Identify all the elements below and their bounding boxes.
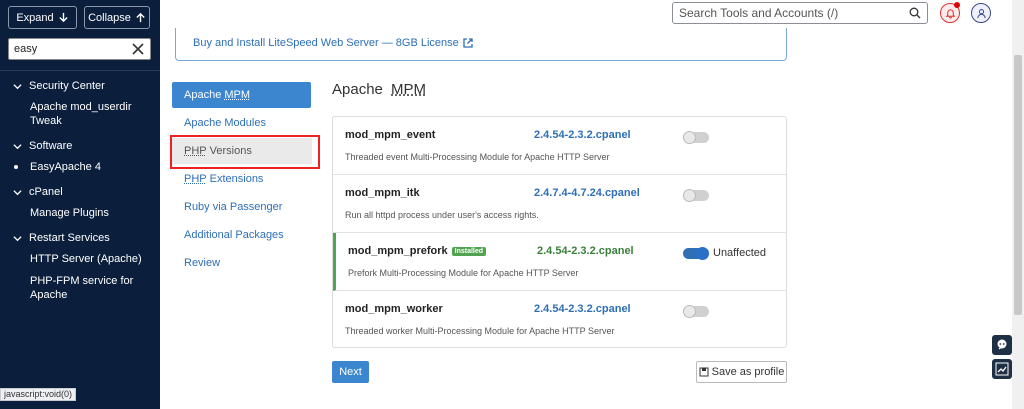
toggle-knob xyxy=(696,247,709,260)
user-icon xyxy=(976,8,986,18)
installed-badge: Installed xyxy=(451,246,487,256)
save-icon xyxy=(699,367,709,377)
chat-support-button[interactable] xyxy=(992,335,1012,355)
module-name: mod_mpm_worker xyxy=(345,303,443,315)
sidebar-category-restart-services[interactable]: Restart Services xyxy=(13,232,110,244)
nav-ruby-via-passenger[interactable]: Ruby via Passenger xyxy=(172,194,311,220)
expand-label: Expand xyxy=(16,11,54,24)
collapse-button[interactable]: Collapse xyxy=(84,6,150,29)
notification-badge xyxy=(954,2,960,8)
status-bar: javascript:void(0) xyxy=(0,388,77,401)
nav-label: Apache xyxy=(184,89,222,101)
module-description: Threaded event Multi-Processing Module f… xyxy=(345,152,610,162)
module-version: 2.4.54-2.3.2.cpanel xyxy=(537,245,634,257)
module-row: mod_mpm_itk 2.4.7.4-4.7.24.cpanel Run al… xyxy=(333,175,786,233)
chevron-down-icon xyxy=(13,143,22,149)
module-version: 2.4.54-2.3.2.cpanel xyxy=(534,303,631,315)
module-list: mod_mpm_event 2.4.54-2.3.2.cpanel Thread… xyxy=(332,116,787,348)
category-label: cPanel xyxy=(29,186,63,198)
nav-label: Ruby via Passenger xyxy=(184,201,283,213)
nav-apache-modules[interactable]: Apache Modules xyxy=(172,110,311,136)
module-toggle[interactable] xyxy=(683,131,709,144)
highlight-box xyxy=(170,135,320,169)
nav-abbr: PHP xyxy=(184,173,207,185)
nav-label: Apache Modules xyxy=(184,117,266,129)
chat-bot-icon xyxy=(997,339,1007,350)
save-as-profile-label: Save as profile xyxy=(711,366,785,378)
module-description: Threaded worker Multi-Processing Module … xyxy=(345,326,615,336)
global-search-input[interactable]: Search Tools and Accounts (/) xyxy=(672,2,928,24)
sidebar-search-input[interactable]: easy xyxy=(8,38,151,60)
chevron-down-icon xyxy=(13,235,22,241)
nav-abbr: MPM xyxy=(224,89,250,101)
module-version: 2.4.7.4-4.7.24.cpanel xyxy=(534,187,640,199)
module-name: mod_mpm_prefork xyxy=(348,245,448,257)
sidebar-divider xyxy=(0,70,160,71)
sidebar-category-software[interactable]: Software xyxy=(13,140,72,152)
module-row: mod_mpm_worker 2.4.54-2.3.2.cpanel Threa… xyxy=(333,291,786,349)
page-title: Apache MPM xyxy=(332,81,426,98)
sidebar-item-http-server[interactable]: HTTP Server (Apache) xyxy=(30,252,155,266)
title-prefix: Apache xyxy=(332,81,388,98)
module-toggle[interactable] xyxy=(683,247,709,260)
module-name-wrap: mod_mpm_prefork Installed xyxy=(348,245,487,257)
collapse-label: Collapse xyxy=(88,11,131,24)
module-name: mod_mpm_itk xyxy=(345,187,420,199)
module-description: Prefork Multi-Processing Module for Apac… xyxy=(348,268,579,278)
chevron-down-icon xyxy=(13,83,22,89)
module-row: mod_mpm_prefork Installed 2.4.54-2.3.2.c… xyxy=(333,233,786,291)
sidebar-category-cpanel[interactable]: cPanel xyxy=(13,186,63,198)
external-link-icon xyxy=(463,38,473,48)
nav-review[interactable]: Review xyxy=(172,250,311,276)
bell-icon xyxy=(945,8,955,19)
sidebar: Expand Collapse easy Security Center Apa… xyxy=(0,0,160,409)
scrollbar-thumb[interactable] xyxy=(1014,55,1022,315)
toggle-knob xyxy=(683,131,696,144)
nav-apache-mpm[interactable]: Apache MPM xyxy=(172,82,311,108)
global-search-placeholder: Search Tools and Accounts (/) xyxy=(679,6,839,20)
nav-label: Extensions xyxy=(209,173,264,185)
clear-search-icon[interactable] xyxy=(131,41,145,57)
title-abbr: MPM xyxy=(391,81,427,98)
category-label: Software xyxy=(29,140,73,152)
arrow-down-icon xyxy=(59,12,68,23)
sidebar-category-security-center[interactable]: Security Center xyxy=(13,80,105,92)
sidebar-item-apache-mod-userdir[interactable]: Apache mod_userdir Tweak xyxy=(30,100,155,128)
active-item-dot xyxy=(14,165,18,169)
category-label: Security Center xyxy=(29,80,105,92)
user-menu-button[interactable] xyxy=(971,3,991,23)
nav-additional-packages[interactable]: Additional Packages xyxy=(172,222,311,248)
arrow-up-icon xyxy=(136,12,145,23)
chevron-down-icon xyxy=(13,189,22,195)
nav-php-extensions[interactable]: PHP Extensions xyxy=(172,166,311,192)
promo-banner: Buy and Install LiteSpeed Web Server — 8… xyxy=(175,28,787,61)
module-toggle[interactable] xyxy=(683,305,709,318)
module-name: mod_mpm_event xyxy=(345,129,436,141)
search-icon[interactable] xyxy=(909,7,921,19)
analytics-button[interactable] xyxy=(992,359,1012,379)
module-version: 2.4.54-2.3.2.cpanel xyxy=(534,129,631,141)
litespeed-link[interactable]: Buy and Install LiteSpeed Web Server — 8… xyxy=(193,37,473,49)
module-toggle[interactable] xyxy=(683,189,709,202)
litespeed-link-text: Buy and Install LiteSpeed Web Server — 8… xyxy=(193,37,459,49)
app-window: Expand Collapse easy Security Center Apa… xyxy=(0,0,1024,409)
nav-label: Review xyxy=(184,257,221,269)
sidebar-item-easyapache-4[interactable]: EasyApache 4 xyxy=(30,160,155,174)
toggle-knob xyxy=(683,189,696,202)
module-state: Unaffected xyxy=(713,247,767,259)
nav-label: Additional Packages xyxy=(184,229,284,241)
module-row: mod_mpm_event 2.4.54-2.3.2.cpanel Thread… xyxy=(333,117,786,175)
category-label: Restart Services xyxy=(29,232,110,244)
expand-button[interactable]: Expand xyxy=(8,6,77,29)
sidebar-item-php-fpm[interactable]: PHP-FPM service for Apache xyxy=(30,274,140,302)
module-description: Run all httpd process under user's acces… xyxy=(345,210,539,220)
sidebar-item-manage-plugins[interactable]: Manage Plugins xyxy=(30,206,155,220)
save-as-profile-button[interactable]: Save as profile xyxy=(696,361,787,383)
toggle-knob xyxy=(683,305,696,318)
next-button[interactable]: Next xyxy=(332,361,369,383)
sidebar-search-value: easy xyxy=(14,43,38,55)
trend-chart-icon xyxy=(995,362,1009,376)
